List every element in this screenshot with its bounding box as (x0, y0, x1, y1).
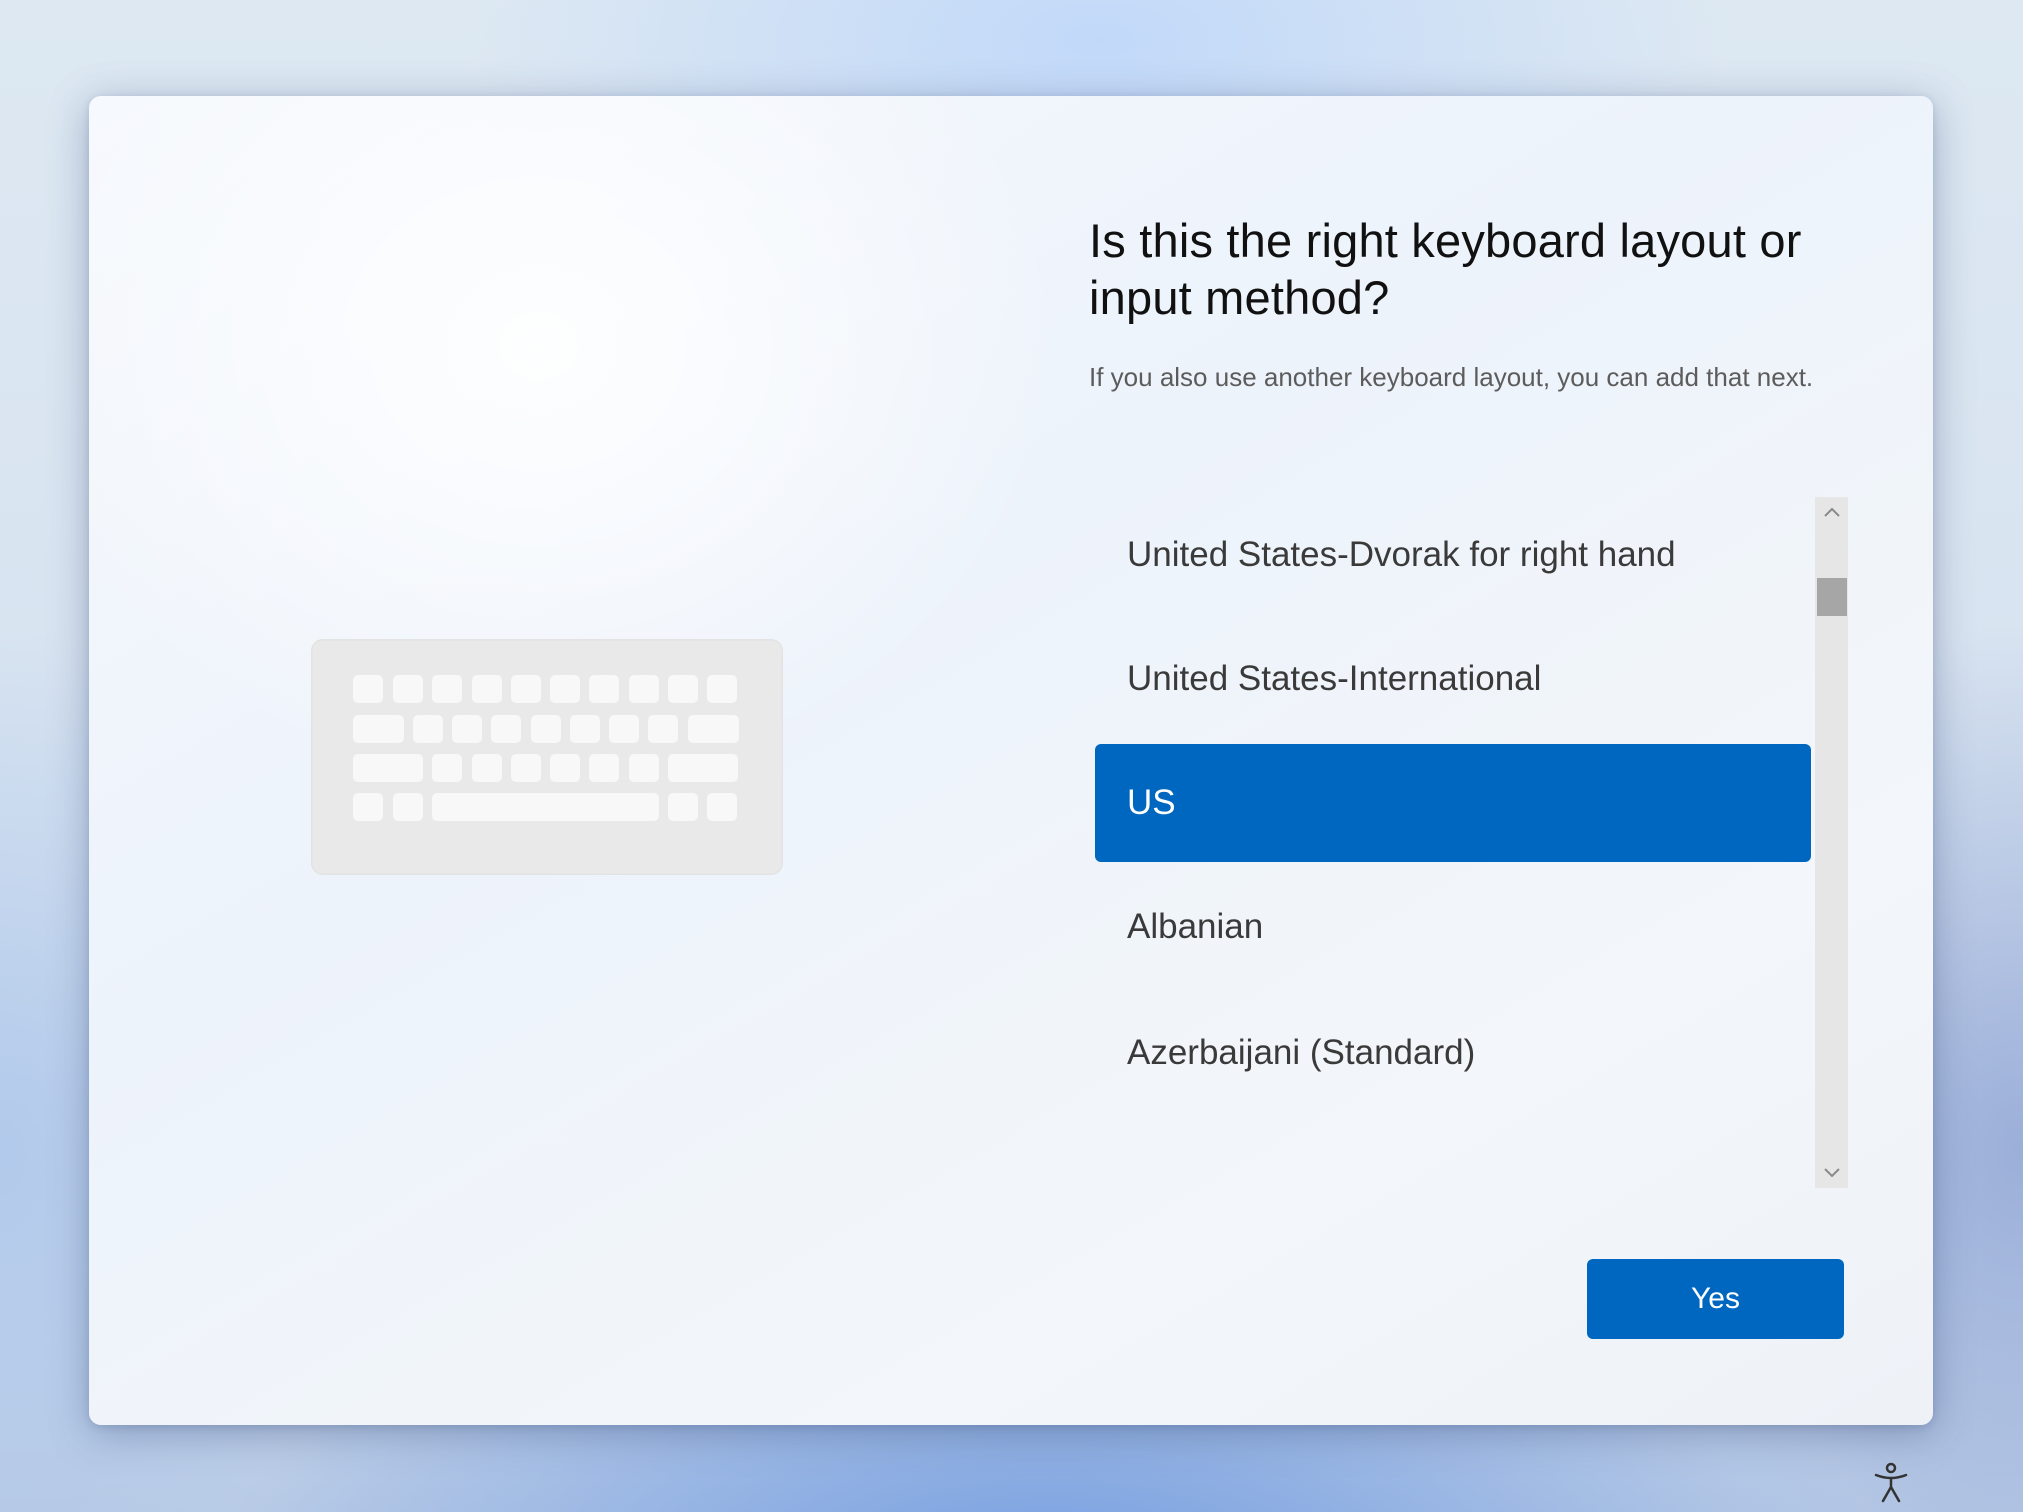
keyboard-key (648, 715, 678, 743)
keyboard-key (531, 715, 561, 743)
keyboard-key (472, 675, 502, 703)
list-item[interactable]: Albanian (1095, 868, 1811, 986)
keyboard-key (688, 715, 739, 743)
keyboard-key (432, 754, 462, 782)
keyboard-key (393, 675, 423, 703)
list-item[interactable]: United States-Dvorak for right hand (1095, 496, 1811, 614)
keyboard-key (550, 754, 580, 782)
keyboard-layout-list[interactable]: United States-Dvorak for right hand Unit… (1089, 496, 1849, 1188)
keyboard-key (609, 715, 639, 743)
keyboard-key (668, 793, 698, 821)
keyboard-key (511, 675, 541, 703)
list-item[interactable]: United States-International (1095, 620, 1811, 738)
page-title: Is this the right keyboard layout or inp… (1089, 214, 1802, 324)
keyboard-key (550, 675, 580, 703)
keyboard-key (353, 754, 423, 782)
keyboard-key (452, 715, 482, 743)
keyboard-key (491, 715, 521, 743)
keyboard-key (668, 675, 698, 703)
keyboard-key (413, 715, 443, 743)
list-item-label: United States-Dvorak for right hand (1127, 535, 1676, 574)
keyboard-icon (311, 639, 783, 875)
keyboard-key (432, 675, 462, 703)
keyboard-key (353, 675, 383, 703)
keyboard-key (432, 793, 659, 821)
list-item-label: US (1127, 783, 1176, 822)
keyboard-key (353, 793, 383, 821)
chevron-up-icon[interactable] (1815, 497, 1848, 527)
scroll-thumb[interactable] (1817, 578, 1847, 616)
keyboard-key (707, 675, 737, 703)
keyboard-key (707, 793, 737, 821)
keyboard-key (668, 754, 738, 782)
list-item[interactable]: Azerbaijani (Standard) (1095, 994, 1811, 1112)
keyboard-key (570, 715, 600, 743)
keyboard-key (589, 754, 619, 782)
oobe-dialog: Is this the right keyboard layout or inp… (89, 96, 1933, 1425)
list-item-selected[interactable]: US (1095, 744, 1811, 862)
keyboard-key (589, 675, 619, 703)
keyboard-key (629, 675, 659, 703)
keyboard-key (353, 715, 404, 743)
keyboard-key (629, 754, 659, 782)
keyboard-key (511, 754, 541, 782)
keyboard-key (472, 754, 502, 782)
list-item-label: United States-International (1127, 659, 1542, 698)
list-scrollbar[interactable] (1815, 497, 1848, 1188)
yes-button[interactable]: Yes (1587, 1259, 1844, 1339)
keyboard-key (393, 793, 423, 821)
list-item-label: Azerbaijani (Standard) (1127, 1033, 1476, 1072)
accessibility-icon[interactable] (1872, 1462, 1910, 1504)
list-item-label: Albanian (1127, 907, 1264, 946)
page-subtitle: If you also use another keyboard layout,… (1089, 362, 1814, 392)
chevron-down-icon[interactable] (1815, 1158, 1848, 1188)
